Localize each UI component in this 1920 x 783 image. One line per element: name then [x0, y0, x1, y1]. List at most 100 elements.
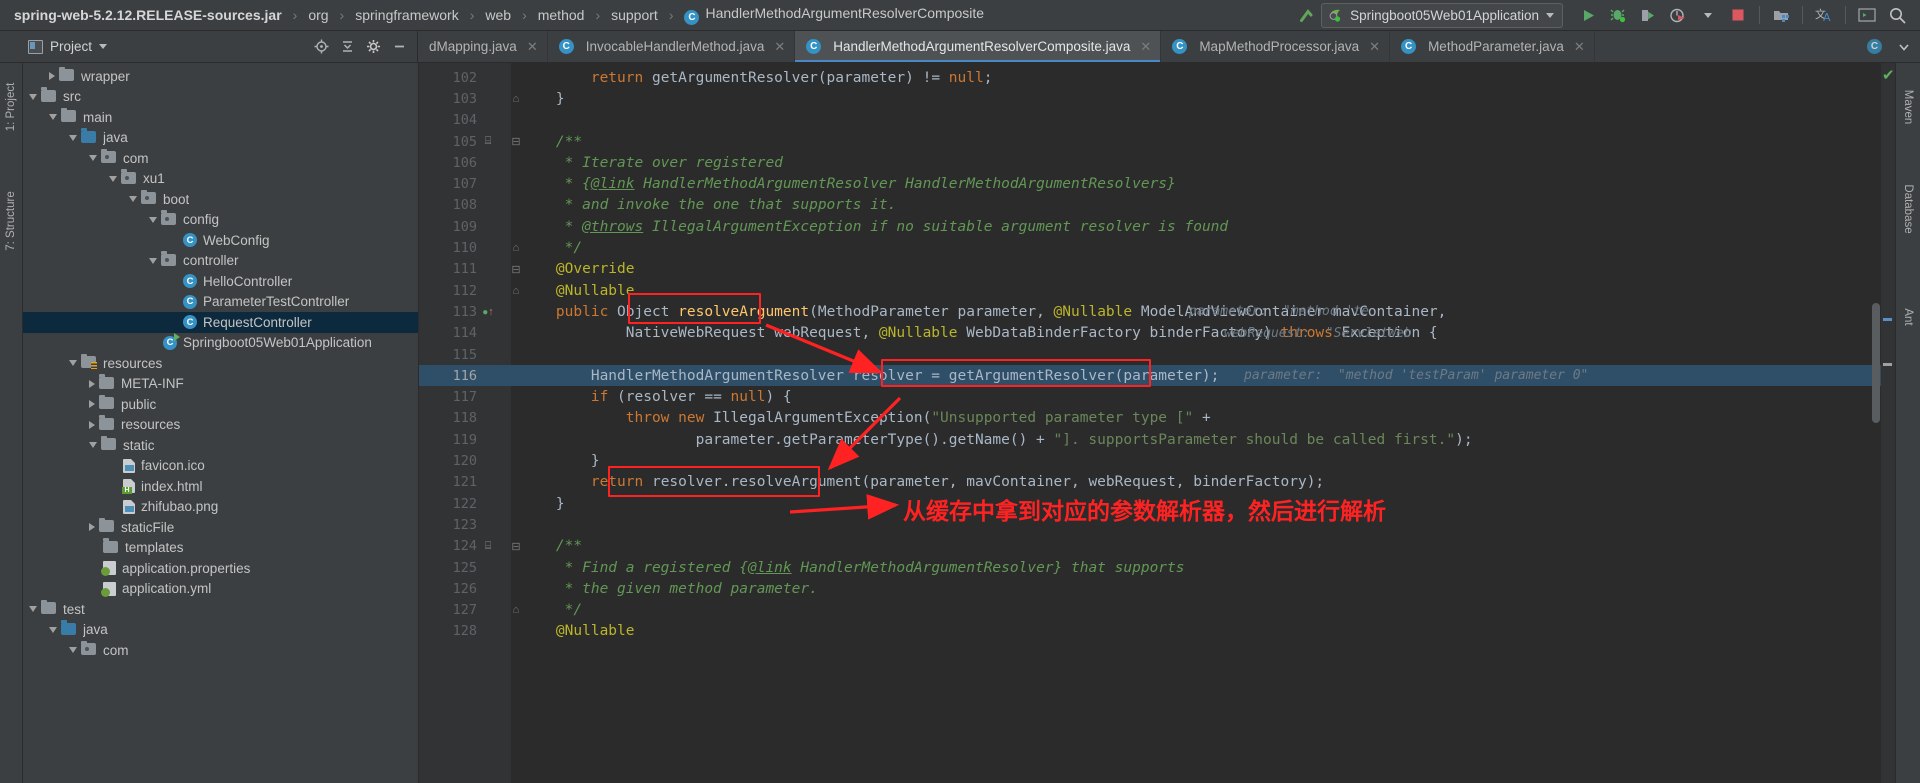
stop-icon[interactable] [1723, 2, 1753, 28]
code-line-103[interactable]: 103 ⌂ } [419, 88, 1895, 109]
tree-twisty-open-icon[interactable] [129, 196, 137, 203]
run-with-coverage-icon[interactable] [1633, 2, 1663, 28]
tree-node-java[interactable]: java [23, 620, 418, 641]
doc-icon[interactable]: ⌸ [481, 135, 495, 148]
project-panel-title[interactable]: Project [28, 39, 108, 54]
tree-twisty-closed-icon[interactable] [49, 72, 55, 81]
tree-twisty-open-icon[interactable] [49, 626, 57, 633]
tree-node-static[interactable]: static [23, 435, 418, 456]
sidebar-item-ant[interactable]: Ant [1902, 308, 1914, 325]
override-icon[interactable]: ●↑ [481, 306, 495, 318]
tree-node-application-yml[interactable]: application.yml [23, 579, 418, 600]
tree-node-requestcontroller[interactable]: C RequestController [23, 312, 418, 333]
tree-twisty-open-icon[interactable] [89, 155, 97, 162]
tree-twisty-open-icon[interactable] [149, 216, 157, 223]
close-icon[interactable]: ✕ [527, 39, 538, 55]
breadcrumb-item-0[interactable]: spring-web-5.2.12.RELEASE-sources.jar [12, 7, 284, 23]
code-line-122[interactable]: 122 } [419, 493, 1895, 514]
tree-node-xu1[interactable]: xu1 [23, 169, 418, 190]
tree-node-meta-inf[interactable]: META-INF [23, 374, 418, 395]
tree-twisty-closed-icon[interactable] [89, 400, 95, 409]
tab-list-chevron-down-icon[interactable] [1892, 36, 1916, 58]
fold-end-icon[interactable]: ⌂ [511, 285, 521, 297]
tree-node-templates[interactable]: templates [23, 538, 418, 559]
tree-node-com[interactable]: com [23, 640, 418, 661]
tree-node-java[interactable]: java [23, 128, 418, 149]
editor-error-stripe[interactable]: ✔ [1881, 63, 1895, 783]
tree-node-zhifubao-png[interactable]: zhifubao.png [23, 497, 418, 518]
editor-tab-3[interactable]: C MapMethodProcessor.java ✕ [1161, 31, 1391, 62]
tree-twisty-open-icon[interactable] [149, 257, 157, 264]
tree-node-resources[interactable]: resources [23, 353, 418, 374]
search-everywhere-icon[interactable] [1882, 2, 1912, 28]
code-line-128[interactable]: 128 @Nullable [419, 621, 1895, 642]
run-configuration-selector[interactable]: Springboot05Web01Application [1321, 2, 1563, 28]
tree-node-controller[interactable]: controller [23, 251, 418, 272]
translate-icon[interactable]: 文 A [1809, 2, 1839, 28]
fold-expand-icon[interactable]: ⊟ [511, 135, 521, 148]
code-line-112[interactable]: 112 ⌂ @Nullable [419, 280, 1895, 301]
tree-node-application-properties[interactable]: application.properties [23, 558, 418, 579]
breadcrumb-item-6[interactable]: C HandlerMethodArgumentResolverComposite [682, 5, 986, 25]
tree-node-staticfile[interactable]: staticFile [23, 517, 418, 538]
doc-icon[interactable]: ⌸ [481, 540, 495, 553]
code-line-126[interactable]: 126 * the given method parameter. [419, 578, 1895, 599]
tree-twisty-closed-icon[interactable] [89, 420, 95, 429]
tree-node-test[interactable]: test [23, 599, 418, 620]
tree-twisty-open-icon[interactable] [29, 606, 37, 613]
tree-twisty-open-icon[interactable] [69, 647, 77, 654]
navigate-up-icon[interactable] [1291, 2, 1321, 28]
tree-node-src[interactable]: src [23, 87, 418, 108]
tree-node-index-html[interactable]: index.html [23, 476, 418, 497]
close-icon[interactable]: ✕ [774, 39, 785, 55]
tree-node-favicon-ico[interactable]: favicon.ico [23, 456, 418, 477]
code-line-116[interactable]: 116 HandlerMethodArgumentResolver resolv… [419, 365, 1895, 387]
sidebar-item-database[interactable]: Database [1902, 184, 1914, 233]
chevron-down-icon[interactable] [99, 44, 108, 49]
close-icon[interactable]: ✕ [1369, 39, 1380, 55]
scrollbar-thumb[interactable] [1872, 303, 1880, 423]
close-icon[interactable]: ✕ [1574, 39, 1585, 55]
sidebar-item-structure[interactable]: 7: Structure [5, 191, 17, 250]
code-line-127[interactable]: 127 ⌂ */ [419, 600, 1895, 621]
editor-tab-0[interactable]: dMapping.java ✕ [418, 31, 548, 62]
profiler-icon[interactable] [1663, 2, 1693, 28]
tree-node-public[interactable]: public [23, 394, 418, 415]
locate-icon[interactable] [309, 36, 333, 58]
breadcrumb-item-4[interactable]: method [536, 7, 587, 23]
fold-end-icon[interactable]: ⌂ [511, 242, 521, 254]
code-line-124[interactable]: 124 ⌸ ⊟ /** [419, 536, 1895, 557]
editor-vertical-scrollbar[interactable] [1871, 63, 1881, 783]
tree-twisty-open-icon[interactable] [29, 93, 37, 100]
code-line-114[interactable]: 114 NativeWebRequest webRequest, @Nullab… [419, 323, 1895, 344]
code-line-105[interactable]: 105 ⌸ ⊟ /** [419, 131, 1895, 152]
tree-twisty-open-icon[interactable] [69, 360, 77, 367]
code-line-125[interactable]: 125 * Find a registered {@link HandlerMe… [419, 557, 1895, 578]
code-line-108[interactable]: 108 * and invoke the one that supports i… [419, 195, 1895, 216]
code-line-120[interactable]: 120 } [419, 450, 1895, 471]
fold-expand-icon[interactable]: ⊟ [511, 263, 521, 276]
sidebar-item-maven[interactable]: Maven [1902, 90, 1914, 125]
collapse-all-icon[interactable] [335, 36, 359, 58]
sidebar-item-project[interactable]: 1: Project [5, 83, 17, 132]
project-tree[interactable]: wrapper src main java com xu1 boot config C WebCo… [23, 63, 419, 783]
code-line-104[interactable]: 104 [419, 110, 1895, 131]
run-icon[interactable] [1573, 2, 1603, 28]
terminal-icon[interactable] [1852, 2, 1882, 28]
code-line-106[interactable]: 106 * Iterate over registered [419, 152, 1895, 173]
chevron-down-icon[interactable] [1546, 12, 1554, 18]
code-line-123[interactable]: 123 [419, 514, 1895, 535]
tree-node-parametertestcontroller[interactable]: C ParameterTestController [23, 292, 418, 313]
tree-twisty-closed-icon[interactable] [89, 523, 95, 532]
tree-node-springboot05web01application[interactable]: C Springboot05Web01Application [23, 332, 418, 354]
fold-end-icon[interactable]: ⌂ [511, 604, 521, 616]
code-line-117[interactable]: 117 if (resolver == null) { [419, 387, 1895, 408]
breadcrumb-item-2[interactable]: springframework [353, 7, 460, 23]
tree-twisty-open-icon[interactable] [49, 114, 57, 121]
close-icon[interactable]: ✕ [1140, 39, 1151, 55]
breadcrumb-item-3[interactable]: web [483, 7, 513, 23]
tree-node-main[interactable]: main [23, 107, 418, 128]
code-line-110[interactable]: 110 ⌂ */ [419, 237, 1895, 258]
tree-twisty-open-icon[interactable] [89, 442, 97, 449]
editor-code-area[interactable]: 102 return getArgumentResolver(parameter… [419, 63, 1895, 783]
